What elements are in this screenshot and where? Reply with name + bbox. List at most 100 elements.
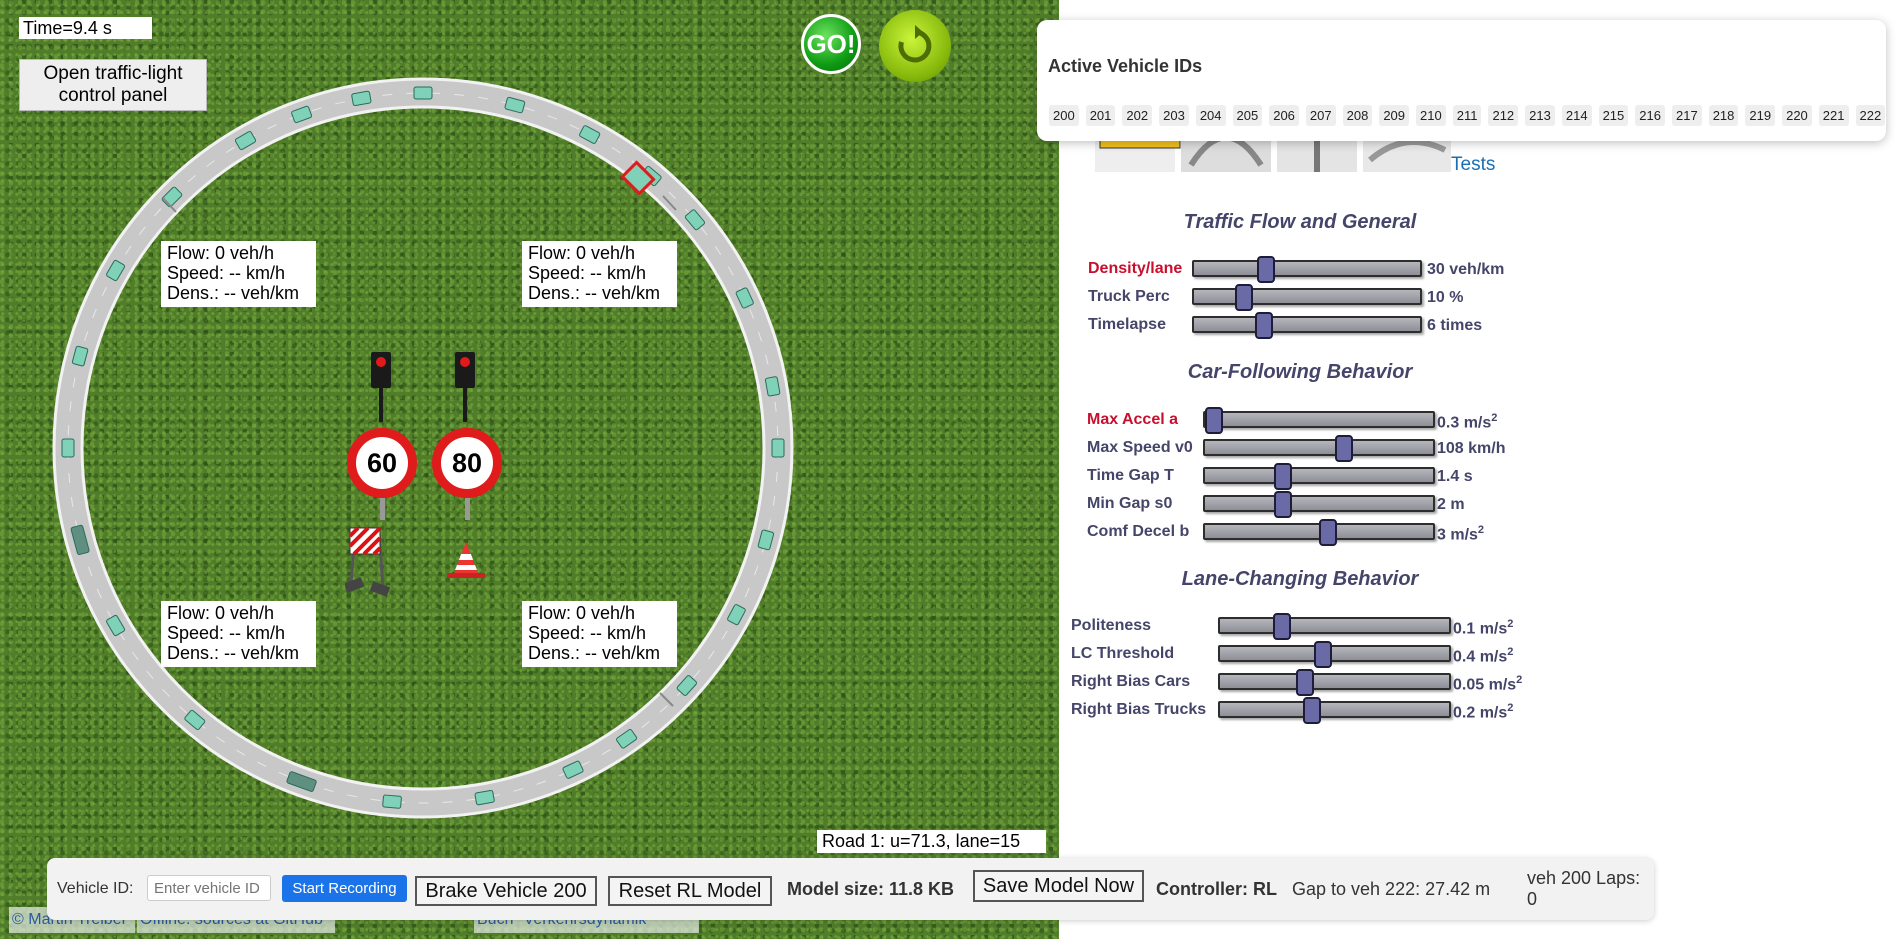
slider-value: 6 times [1427, 317, 1483, 334]
tests-link[interactable]: Tests [1451, 154, 1495, 176]
vehicle-id-chip: 218 [1708, 105, 1739, 126]
reset-rl-model-button[interactable]: Reset RL Model [608, 876, 772, 906]
slider-label: LC Threshold [1071, 645, 1175, 662]
vehicle-id-chip: 208 [1342, 105, 1373, 126]
vehicle-id-input[interactable] [147, 875, 271, 901]
car[interactable] [771, 438, 785, 458]
road-info: Road 1: u=71.3, lane=15 [817, 830, 1046, 853]
slider-value: 10 % [1427, 289, 1464, 306]
slider-label: Density/lane [1088, 260, 1183, 277]
go-button[interactable]: GO! [801, 14, 861, 74]
slider-timelapse: Timelapse 6 times [1088, 312, 1517, 339]
slider-track[interactable] [1192, 256, 1422, 283]
detector-info: Flow: 0 veh/h Speed: -- km/h Dens.: -- veh… [161, 241, 316, 307]
time-display: Time=9.4 s [19, 17, 152, 39]
ring-road [52, 77, 794, 819]
slider-thumb[interactable] [1302, 697, 1321, 724]
slider-value: 0.1 m/s2 [1453, 618, 1514, 638]
slider-thumb[interactable] [1273, 491, 1292, 518]
vehicle-id-chip: 212 [1488, 105, 1519, 126]
slider-thumb[interactable] [1272, 613, 1291, 640]
slider-track[interactable] [1218, 669, 1451, 696]
slider-max-accel: Max Accel a 0.3 m/s2 [1087, 407, 1527, 434]
gap-readout: Gap to veh 222: 27.42 m [1292, 878, 1491, 899]
section-title-lane-changing: Lane-Changing Behavior [1181, 568, 1419, 590]
start-recording-button[interactable]: Start Recording [282, 875, 407, 902]
vehicle-id-chip: 215 [1598, 105, 1629, 126]
vehicle-id-chip: 206 [1269, 105, 1299, 126]
slider-thumb[interactable] [1314, 641, 1333, 668]
traffic-cone-icon[interactable] [444, 540, 488, 582]
car[interactable] [474, 789, 495, 806]
slider-thumb[interactable] [1205, 407, 1224, 434]
speed-limit-80-sign[interactable]: 80 [432, 428, 502, 520]
car[interactable] [764, 376, 781, 397]
slider-track[interactable] [1218, 641, 1451, 668]
slider-bias-trucks: Right Bias Trucks 0.2 m/s2 [1071, 697, 1543, 724]
slider-label: Min Gap s0 [1087, 495, 1173, 512]
slider-thumb[interactable] [1295, 669, 1314, 696]
slider-label: Time Gap T [1087, 467, 1174, 484]
slider-track[interactable] [1192, 284, 1422, 311]
traffic-light-panel-button[interactable]: Open traffic-light control panel [19, 59, 207, 111]
slider-value: 30 veh/km [1427, 261, 1505, 278]
slider-label: Comf Decel b [1087, 523, 1190, 540]
slider-value: 0.2 m/s2 [1453, 702, 1514, 722]
rl-control-bar: Vehicle ID: Start Recording Brake Vehicl… [47, 858, 1654, 920]
slider-label: Right Bias Trucks [1071, 701, 1207, 718]
vehicle-id-chip: 217 [1671, 105, 1702, 126]
vehicle-id-chip: 220 [1782, 105, 1812, 126]
slider-thumb[interactable] [1255, 312, 1274, 339]
restart-button[interactable] [879, 10, 951, 82]
car[interactable] [382, 794, 402, 809]
slider-truck: Truck Perc 10 % [1088, 284, 1517, 311]
slider-value: 108 km/h [1437, 440, 1506, 457]
vehicle-id-chip: 203 [1159, 105, 1189, 126]
slider-track[interactable] [1192, 312, 1422, 339]
vehicle-id-label: Vehicle ID: [57, 880, 134, 897]
slider-label: Timelapse [1088, 316, 1166, 333]
slider-thumb[interactable] [1257, 256, 1276, 283]
traffic-light-icon[interactable] [368, 352, 394, 422]
slider-track[interactable] [1203, 435, 1435, 462]
slider-thumb[interactable] [1319, 519, 1338, 546]
restart-icon [898, 25, 932, 63]
vehicle-id-chip: 202 [1122, 105, 1153, 126]
vehicle-id-chip: 216 [1635, 105, 1665, 126]
section-title-traffic: Traffic Flow and General [1183, 211, 1417, 233]
car[interactable] [413, 86, 433, 100]
detector-info: Flow: 0 veh/h Speed: -- km/h Dens.: -- veh… [522, 601, 677, 667]
slider-track[interactable] [1218, 697, 1451, 724]
traffic-light-icon[interactable] [452, 352, 478, 422]
vehicle-id-chip: 204 [1195, 105, 1226, 126]
vehicle-id-chip: 210 [1416, 105, 1446, 126]
save-model-button[interactable]: Save Model Now [973, 870, 1144, 902]
vehicle-id-chip: 209 [1379, 105, 1410, 126]
slider-thumb[interactable] [1234, 284, 1253, 311]
slider-track[interactable] [1203, 407, 1435, 434]
vehicle-id-chip: 211 [1452, 105, 1482, 126]
speed-limit-60-sign[interactable]: 60 [347, 428, 417, 520]
slider-label: Truck Perc [1088, 288, 1170, 305]
brake-vehicle-button[interactable]: Brake Vehicle 200 [415, 876, 597, 906]
slider-thumb[interactable] [1273, 463, 1292, 490]
slider-thumb[interactable] [1335, 435, 1354, 462]
slider-track[interactable] [1218, 613, 1451, 640]
slider-track[interactable] [1203, 491, 1435, 518]
slider-value: 0.05 m/s2 [1453, 674, 1523, 694]
simulation-canvas[interactable]: Time=9.4 s Open traffic-light control pa… [0, 0, 1059, 939]
laps-readout: veh 200 Laps: 0 [1527, 868, 1641, 909]
roadwork-barrier-icon[interactable] [345, 522, 395, 597]
vehicle-id-chip: 205 [1232, 105, 1263, 126]
slider-value: 2 m [1437, 496, 1465, 513]
section-title-car-following: Car-Following Behavior [1187, 361, 1413, 383]
detector-info: Flow: 0 veh/h Speed: -- km/h Dens.: -- veh… [161, 601, 316, 667]
vehicle-id-chip: 201 [1085, 105, 1116, 126]
slider-track[interactable] [1203, 463, 1435, 490]
slider-value: 1.4 s [1437, 468, 1473, 485]
slider-track[interactable] [1203, 519, 1435, 546]
slider-label: Max Accel a [1087, 411, 1179, 428]
car[interactable] [351, 90, 372, 107]
slider-value: 0.4 m/s2 [1453, 646, 1514, 666]
car[interactable] [61, 438, 75, 458]
